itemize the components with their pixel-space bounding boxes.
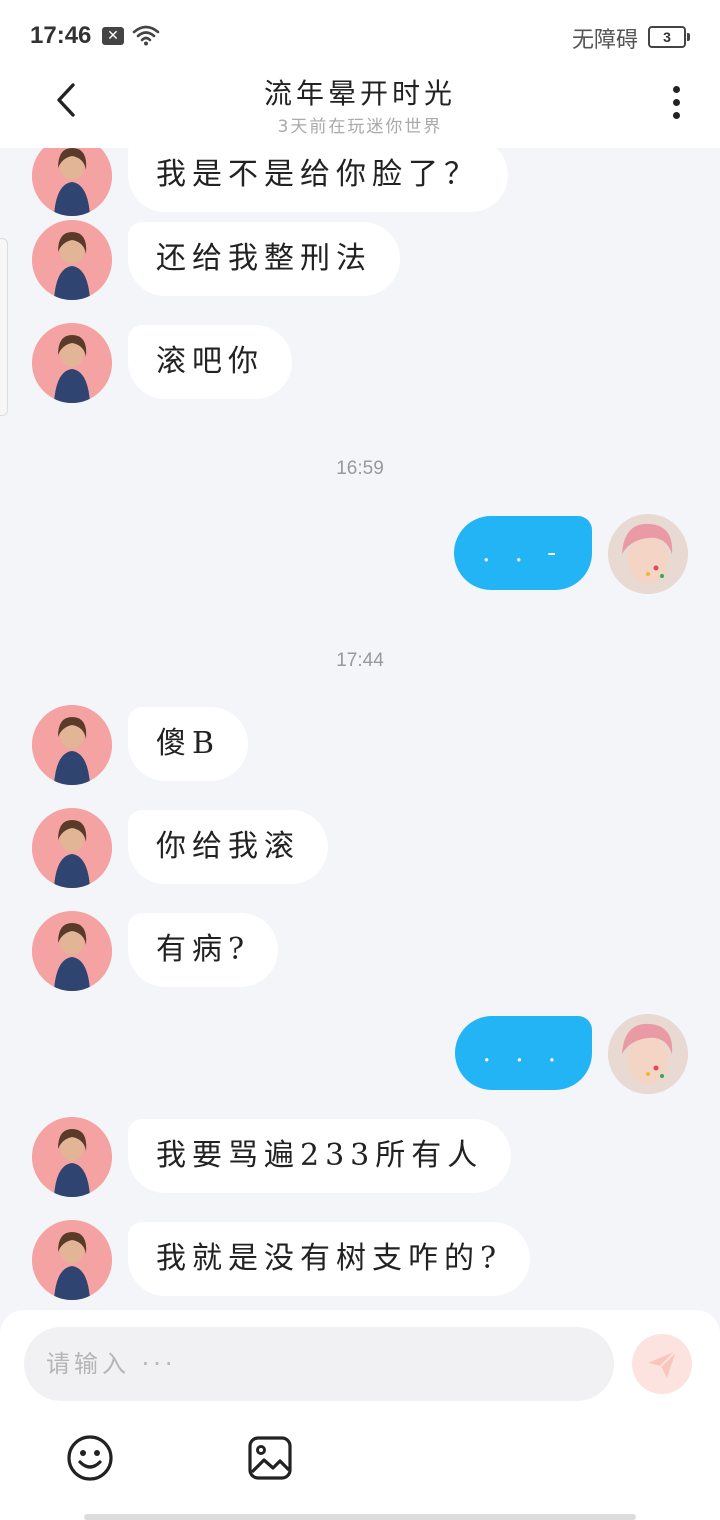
avatar-contact[interactable] (32, 1117, 112, 1197)
message-outgoing: . . . (0, 1014, 720, 1094)
avatar-contact[interactable] (32, 148, 112, 216)
send-button[interactable] (632, 1334, 692, 1394)
more-vertical-icon (672, 85, 680, 93)
x-box-icon: ✕ (102, 27, 124, 45)
status-bar: 17:46 ✕ 无障碍 3 (0, 0, 720, 72)
image-icon (248, 1436, 292, 1480)
avatar-contact[interactable] (32, 220, 112, 300)
emoji-button[interactable] (66, 1434, 114, 1482)
message-timestamp: 17:44 (336, 650, 384, 671)
message-list[interactable]: 我是不是给你脸了？ 还给我整刑法 滚吧你 16:59 . . - 17:44 傻… (0, 148, 720, 1310)
message-incoming: 傻B (0, 705, 720, 785)
avatar-contact[interactable] (32, 705, 112, 785)
avatar-contact[interactable] (32, 323, 112, 403)
more-button[interactable] (656, 80, 696, 124)
message-bubble[interactable]: 我是不是给你脸了？ (128, 148, 508, 212)
message-bubble[interactable]: 傻B (128, 707, 249, 781)
message-incoming: 还给我整刑法 (0, 220, 720, 300)
message-incoming: 我就是没有树支咋的? (0, 1220, 720, 1300)
message-bubble[interactable]: 滚吧你 (128, 325, 292, 399)
paper-plane-icon (648, 1350, 677, 1378)
contact-status: 3天前在玩迷你世界 (277, 117, 443, 137)
message-input[interactable] (24, 1327, 614, 1401)
message-incoming: 有病? (0, 911, 720, 991)
battery-indicator: 3 (648, 26, 690, 48)
smiley-icon (67, 1435, 113, 1481)
message-incoming: 我要骂遍233所有人 (0, 1117, 720, 1197)
message-timestamp: 16:59 (336, 458, 384, 479)
input-panel (0, 1310, 720, 1520)
message-bubble[interactable]: 我就是没有树支咋的? (128, 1222, 531, 1296)
wifi-icon (132, 24, 160, 50)
message-incoming: 你给我滚 (0, 808, 720, 888)
message-outgoing: . . - (0, 514, 720, 594)
accessibility-indicator: 无障碍 (572, 28, 639, 53)
message-bubble[interactable]: 有病? (128, 913, 279, 987)
message-bubble[interactable]: . . - (454, 516, 592, 590)
avatar-self[interactable] (608, 514, 688, 594)
image-button[interactable] (246, 1434, 294, 1482)
message-bubble[interactable]: . . . (454, 1016, 592, 1090)
avatar-contact[interactable] (32, 808, 112, 888)
avatar-contact[interactable] (32, 1220, 112, 1300)
message-bubble[interactable]: 你给我滚 (128, 810, 328, 884)
bottom-nav-bar (84, 1514, 636, 1520)
message-incoming: 我是不是给你脸了？ (0, 148, 720, 216)
message-bubble[interactable]: 我要骂遍233所有人 (128, 1119, 512, 1193)
message-bubble[interactable]: 还给我整刑法 (128, 222, 400, 296)
contact-name: 流年晕开时光 (263, 77, 456, 110)
avatar-self[interactable] (608, 1014, 688, 1094)
message-incoming: 滚吧你 (0, 323, 720, 403)
avatar-contact[interactable] (32, 911, 112, 991)
chat-header: 流年晕开时光 3天前在玩迷你世界 (0, 72, 720, 148)
status-time: 17:46 (30, 22, 92, 49)
